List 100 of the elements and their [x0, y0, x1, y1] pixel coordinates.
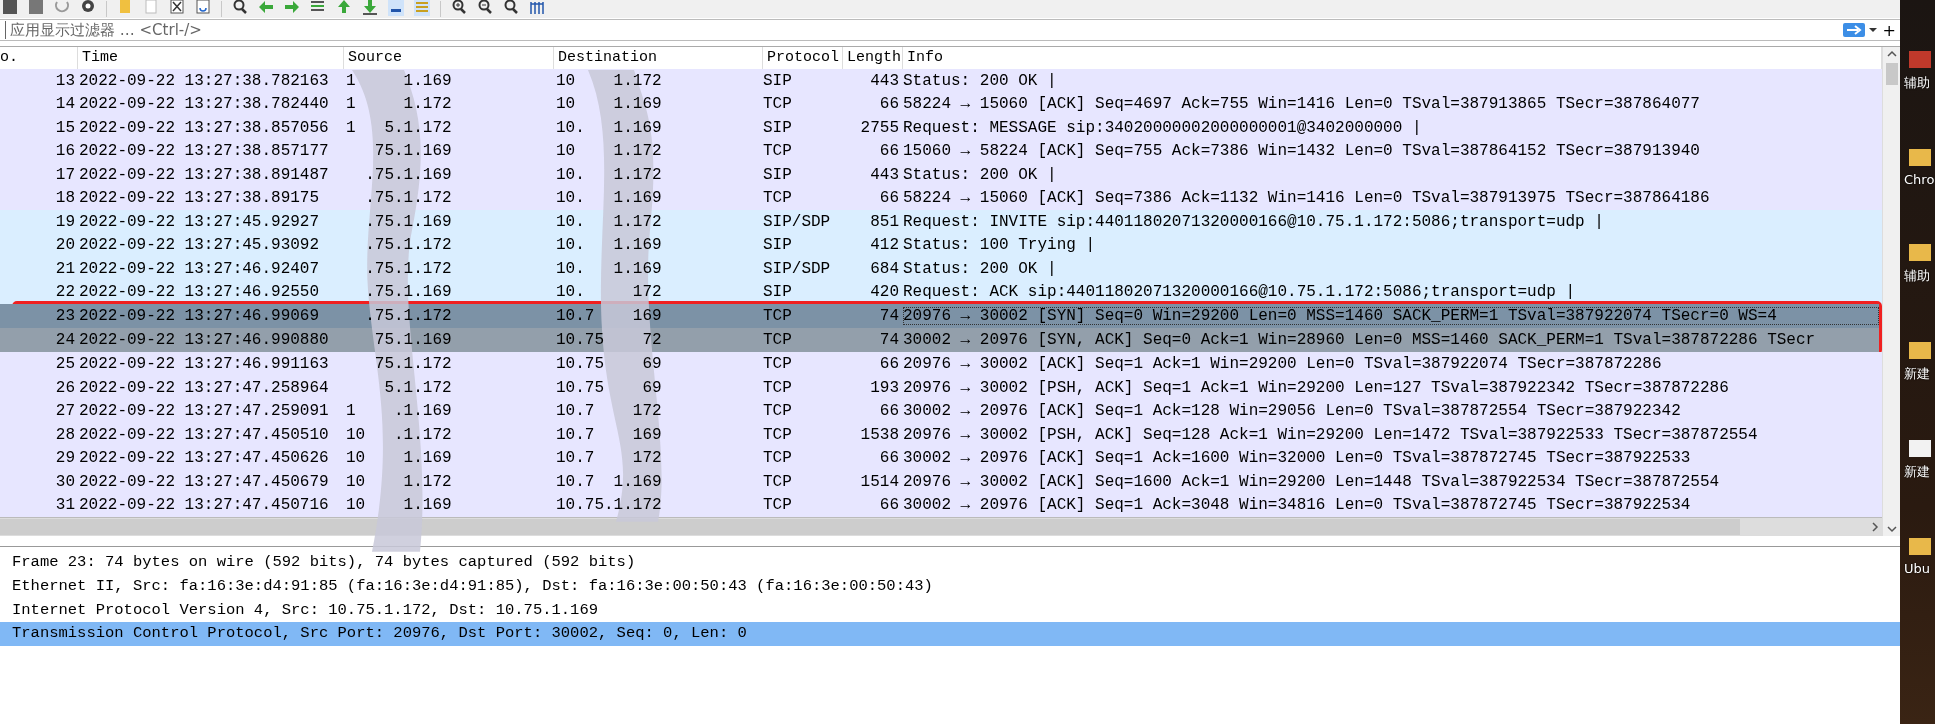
table-cell-text: 2022-09-22 13:27:46.99069	[78, 307, 321, 326]
tree-item[interactable]: Ethernet II, Src: fa:16:3e:d4:91:85 (fa:16:3e:d4:91:85), Dst: fa:16:3e:00:50:43 (fa:16:3e:00:50:43)	[0, 574, 1900, 599]
desktop-icon-label[interactable]: 新建	[1904, 365, 1935, 383]
table-cell-text: Request: MESSAGE sip:34020000002000000001@3402000000 |	[903, 118, 1423, 137]
table-cell-text: 10.7 1.169	[555, 472, 662, 491]
table-cell-text: 21	[54, 259, 76, 278]
table-cell-text: 14	[54, 95, 76, 114]
desktop-icon[interactable]	[1909, 535, 1931, 557]
table-cell-text: 30002 → 20976 [ACK] Seq=1 Ack=3048 Win=34816 Len=0 TSval=387872745 TSecr=387922534	[903, 496, 1692, 515]
packet-row[interactable]: 24 2022-09-22 13:27:46.990880 75.1.169 10.75 72 TCP 74 30002 → 20976 [SYN, ACK] Seq=0 Ack=1 Win=28960 Len=0 MSS=1460 SACK_PERM=1 TSval=387872286 TSecr	[0, 328, 1879, 353]
packet-row[interactable]: 21 2022-09-22 13:27:46.92407 .75.1.172 10. 1.169 SIP/SDP 684 Status: 200 OK |	[0, 257, 1882, 281]
horizontal-scrollbar[interactable]	[0, 517, 1882, 536]
tree-item[interactable]: Transmission Control Protocol, Src Port: 20976, Dst Port: 30002, Seq: 0, Len: 0	[0, 622, 1900, 647]
table-cell-text: 58224 → 15060 [ACK] Seq=7386 Ack=1132 Win=1416 Len=0 TSval=387913975 TSecr=387864186	[903, 189, 1711, 208]
resize-columns-icon[interactable]	[529, 0, 545, 16]
packet-row[interactable]: 13 2022-09-22 13:27:38.782163 1 1.169 10 1.172 SIP 443 Status: 200 OK |	[0, 69, 1882, 93]
table-cell-text: 412	[869, 236, 900, 255]
packet-row[interactable]: 15 2022-09-22 13:27:38.857056 1 5.1.172 10. 1.169 SIP 2755 Request: MESSAGE sip:34020000002000000001@3402000000 |	[0, 116, 1882, 140]
autoscroll-icon[interactable]	[388, 0, 404, 16]
table-cell-text: SIP/SDP	[763, 259, 832, 278]
table-cell-text: 20976 → 30002 [ACK] Seq=1 Ack=1 Win=29200 Len=0 TSval=387922074 TSecr=387872286	[903, 355, 1663, 374]
table-cell-text: TCP	[763, 449, 793, 468]
table-cell-text: SIP	[763, 236, 793, 255]
table-cell-text: 10 1.169	[555, 95, 662, 114]
packet-row[interactable]: 19 2022-09-22 13:27:45.92927 .75.1.169 10. 1.172 SIP/SDP 851 Request: INVITE sip:44011802071320000166@10.75.1.172:5086;transport=udp |	[0, 210, 1882, 234]
zoom-out-icon[interactable]	[477, 0, 493, 16]
desktop-icon-label[interactable]: 辅助	[1904, 267, 1935, 285]
vertical-scrollbar[interactable]	[1882, 47, 1900, 536]
down-arrow-icon[interactable]	[362, 0, 378, 16]
table-cell-text: .75.1.169	[364, 212, 452, 231]
desktop-icon-label[interactable]: Ubu	[1904, 561, 1935, 576]
table-cell-text: 58224 → 15060 [ACK] Seq=4697 Ack=755 Win=1416 Len=0 TSval=387913865 TSecr=387864077	[903, 95, 1701, 114]
colorize-icon[interactable]	[414, 0, 430, 16]
table-cell-text: 10 1.169	[345, 449, 452, 468]
table-cell-text: 2022-09-22 13:27:45.92927	[78, 212, 321, 231]
table-cell-text: 66	[878, 95, 900, 114]
table-cell-text: 74	[878, 331, 900, 350]
table-cell-text: 2022-09-22 13:27:38.891487	[78, 165, 330, 184]
table-cell-text: TCP	[763, 331, 793, 350]
packet-row[interactable]: 17 2022-09-22 13:27:38.891487 .75.1.169 10. 1.172 SIP 443 Status: 200 OK |	[0, 163, 1882, 187]
table-cell-text: 20	[54, 236, 76, 255]
desktop-icon[interactable]	[1909, 437, 1931, 459]
desktop-icon[interactable]	[1909, 241, 1931, 263]
table-cell-text: 66	[878, 496, 900, 515]
table-cell-text: TCP	[763, 425, 793, 444]
table-cell-text: SIP	[763, 165, 793, 184]
scrollbar-thumb[interactable]	[1885, 63, 1898, 85]
add-filter-button[interactable]: +	[1878, 20, 1900, 40]
desktop-icon-label[interactable]: Chro	[1904, 172, 1935, 187]
table-cell-text: 31	[54, 496, 76, 515]
zoom-reset-icon[interactable]	[503, 0, 519, 16]
table-cell-text: 2022-09-22 13:27:47.450679	[78, 472, 330, 491]
table-cell-text: 10. 1.169	[555, 236, 662, 255]
table-cell-text: 19	[54, 212, 76, 231]
desktop-icon-label[interactable]: 辅助	[1904, 74, 1935, 92]
table-cell-text: 25	[54, 355, 76, 374]
zoom-in-icon[interactable]	[451, 0, 467, 16]
desktop-icon-label[interactable]: 新建	[1904, 463, 1935, 481]
packet-row[interactable]: 29 2022-09-22 13:27:47.450626 10 1.169 10.7 172 TCP 66 30002 → 20976 [ACK] Seq=1 Ack=1600 Win=32000 Len=0 TSval=387872745 TSecr=387922533	[0, 446, 1882, 470]
square-icon[interactable]	[28, 0, 44, 16]
table-cell-text: 2022-09-22 13:27:38.857056	[78, 118, 330, 137]
desktop-icon[interactable]	[1909, 339, 1931, 361]
packet-row[interactable]: 31 2022-09-22 13:27:47.450716 10 1.169 10.75.1.172 TCP 66 30002 → 20976 [ACK] Seq=1 Ack=3048 Win=34816 Len=0 TSval=387872745 TSecr=387922534	[0, 493, 1882, 517]
reload-icon[interactable]	[195, 0, 211, 16]
table-cell-text: 66	[878, 355, 900, 374]
up-arrow-icon[interactable]	[336, 0, 352, 16]
table-cell-text: 28	[54, 425, 76, 444]
table-cell-text: 2022-09-22 13:27:46.990880	[78, 331, 330, 350]
stop-icon[interactable]	[2, 0, 18, 16]
table-cell-text: 10.75 69	[555, 355, 662, 374]
table-cell-text: 420	[869, 283, 900, 302]
table-cell-text: 2022-09-22 13:27:46.92550	[78, 283, 321, 302]
table-cell-text: SIP	[763, 118, 793, 137]
packet-row[interactable]: 23 2022-09-22 13:27:46.99069 .75.1.172 10.7 169 TCP 74 20976 → 30002 [SYN] Seq=0 Win=29200 Len=0 MSS=1460 SACK_PERM=1 TSval=387922074 TSecr=0 WS=4	[0, 304, 1879, 329]
table-cell-text: 30002 → 20976 [ACK] Seq=1 Ack=1600 Win=32000 Len=0 TSval=387872745 TSecr=387922533	[903, 449, 1692, 468]
scrollbar-thumb[interactable]	[0, 519, 1740, 535]
packet-row[interactable]: 27 2022-09-22 13:27:47.259091 1 .1.169 10.7 172 TCP 66 30002 → 20976 [ACK] Seq=1 Ack=128 Win=29056 Len=0 TSval=387872554 TSecr=387922342	[0, 399, 1882, 423]
table-cell-text: 10 1.172	[555, 71, 662, 90]
table-cell-text: 10.75.1.172	[555, 496, 662, 515]
desktop-icon[interactable]	[1909, 146, 1931, 168]
table-cell-text: 10.7 172	[555, 449, 662, 468]
table-cell-text: 15	[54, 118, 76, 137]
table-cell-text: TCP	[763, 95, 793, 114]
table-cell-text: TCP	[763, 402, 793, 421]
table-cell-text: 10 1.172	[555, 142, 662, 161]
table-cell-text: 1514	[859, 472, 900, 491]
close-file-icon[interactable]	[169, 0, 185, 16]
table-cell-text: 2022-09-22 13:27:38.782163	[78, 71, 330, 90]
table-cell-text: 20976 → 30002 [ACK] Seq=1600 Ack=1 Win=29200 Len=1448 TSval=387922534 TSecr=387872554	[903, 472, 1721, 491]
search-icon[interactable]	[232, 0, 248, 16]
table-cell-text: TCP	[763, 355, 793, 374]
packet-row[interactable]: 25 2022-09-22 13:27:46.991163 75.1.172 10.75 69 TCP 66 20976 → 30002 [ACK] Seq=1 Ack=1 Win=29200 Len=0 TSval=387922074 TSecr=387872286	[0, 352, 1882, 376]
table-cell-text: 2022-09-22 13:27:47.450626	[78, 449, 330, 468]
table-cell-text: 2022-09-22 13:27:38.782440	[78, 95, 330, 114]
right-arrow-icon[interactable]	[284, 0, 300, 16]
tree-item[interactable]: Internet Protocol Version 4, Src: 10.75.1.172, Dst: 10.75.1.169	[0, 598, 1900, 623]
table-cell-text: 10.7 169	[555, 307, 662, 326]
table-cell-text: Status: 200 OK |	[903, 259, 1058, 278]
table-cell-text: 22	[54, 283, 76, 302]
tree-item[interactable]: Frame 23: 74 bytes on wire (592 bits), 74 bytes captured (592 bits)	[0, 551, 1900, 575]
